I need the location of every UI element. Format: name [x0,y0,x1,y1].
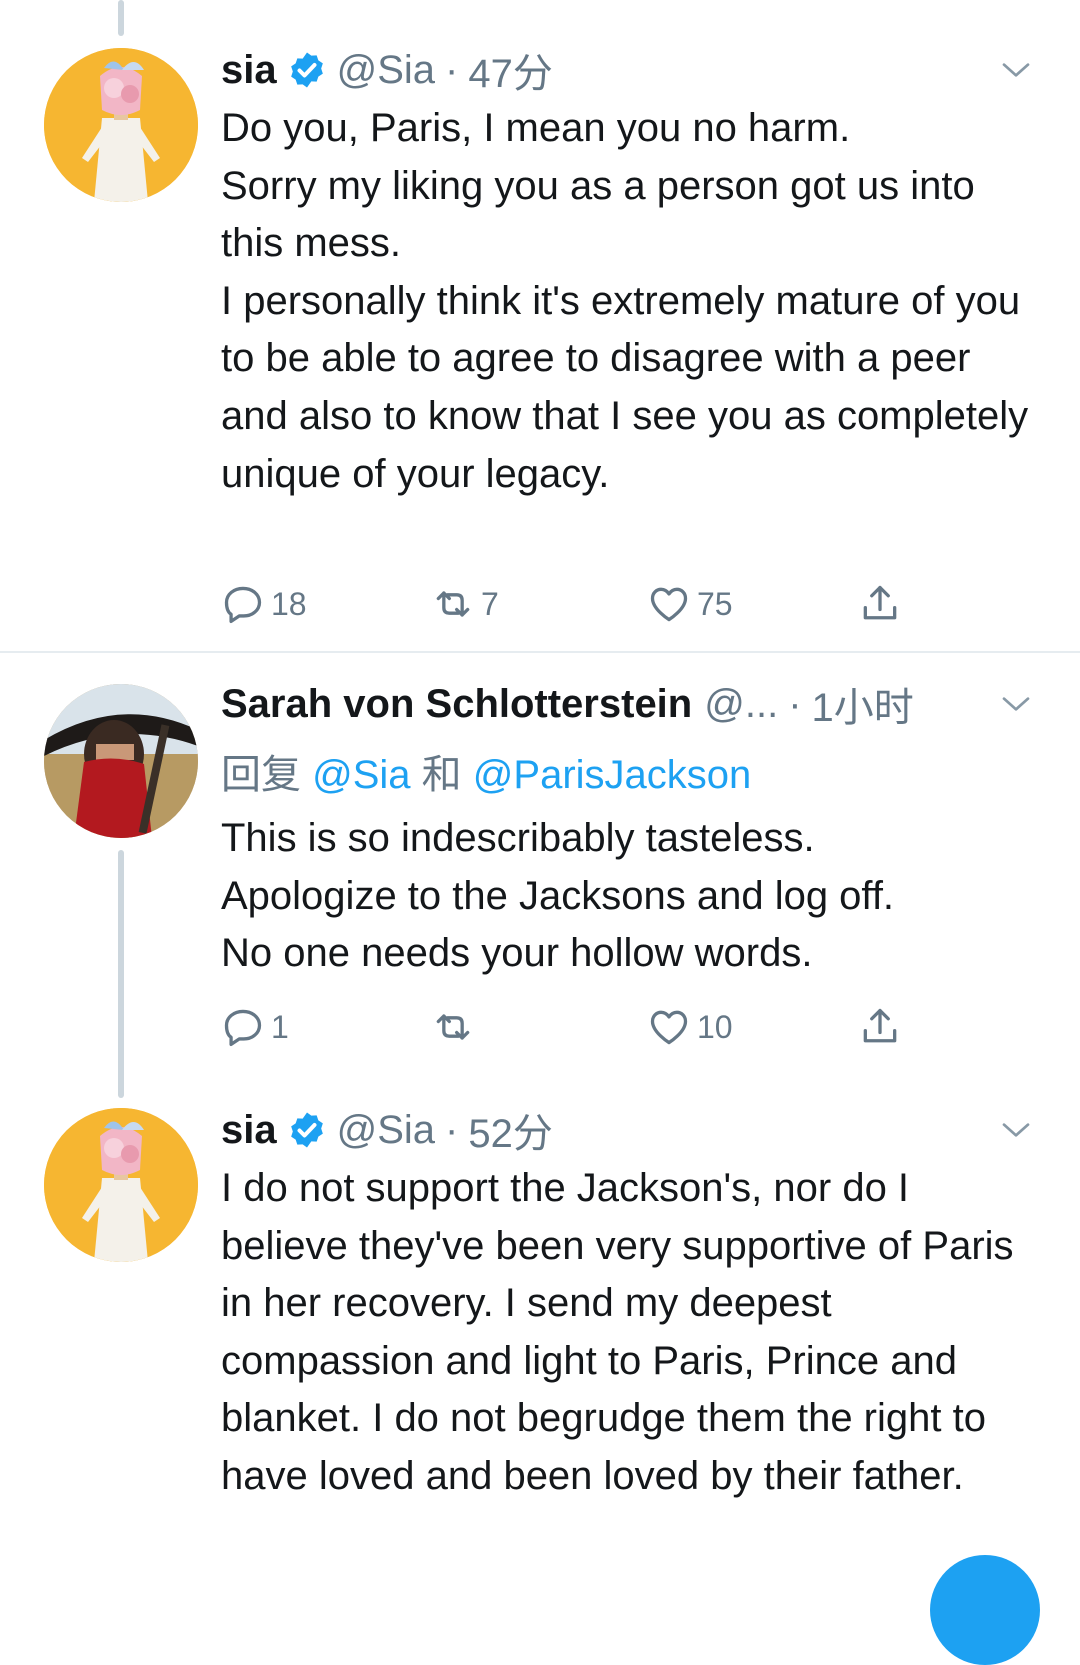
tweet-text: I do not support the Jackson's, nor do I… [221,1166,1025,1498]
meta-separator: · [445,1107,459,1152]
tweet-3[interactable]: sia @Sia · 52分 I do not support the Jack… [0,0,1080,1583]
compose-tweet-button[interactable] [930,1555,1040,1665]
chevron-down-icon[interactable] [1000,1114,1032,1146]
avatar-image [44,1108,198,1262]
author-handle[interactable]: @Sia [337,1108,435,1153]
author-name[interactable]: sia [221,1108,277,1153]
avatar[interactable] [44,1108,198,1262]
timestamp[interactable]: 52分 [468,1101,553,1159]
verified-badge-icon [290,1112,323,1148]
tweet-header: sia @Sia · 52分 [221,1100,970,1160]
